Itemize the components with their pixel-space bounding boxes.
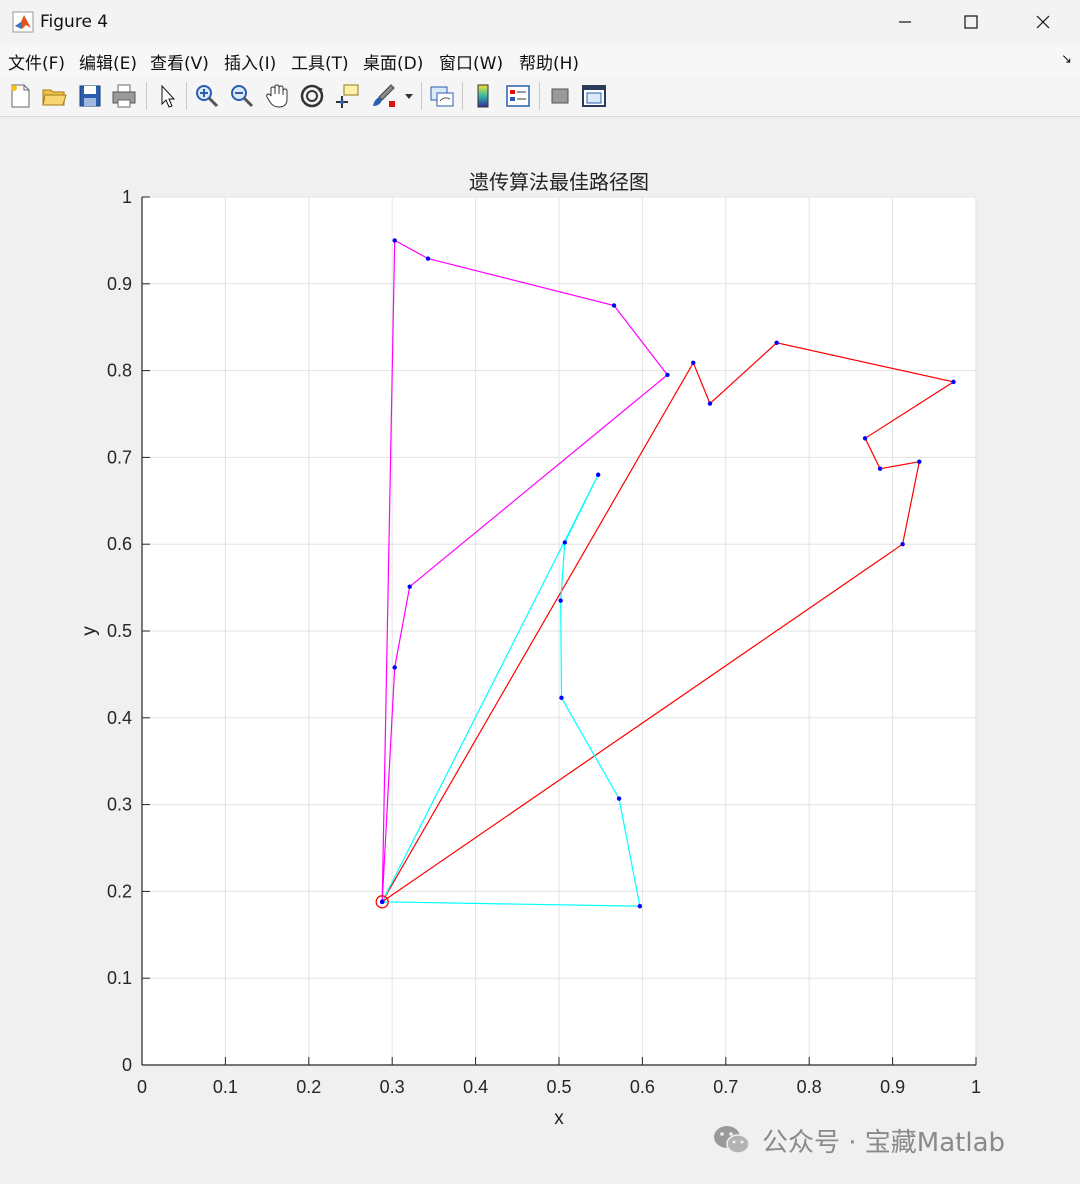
x-tick-label: 0.7 (713, 1077, 738, 1097)
city-point (559, 695, 564, 701)
x-tick-label: 0.8 (797, 1077, 822, 1097)
menu-insert[interactable]: 插入(I) (224, 49, 276, 74)
x-tick-label: 0.9 (880, 1077, 905, 1097)
save-icon[interactable] (76, 82, 104, 110)
colorbar-icon[interactable] (469, 82, 497, 110)
brush-icon[interactable] (369, 82, 397, 110)
x-tick-label: 1 (971, 1077, 981, 1097)
watermark-text: 公众号 · 宝藏Matlab (762, 1127, 1006, 1158)
x-tick-label: 0.5 (546, 1077, 571, 1097)
menu-desktop[interactable]: 桌面(D) (363, 49, 423, 74)
x-tick-label: 0.1 (213, 1077, 238, 1097)
figure-canvas-area: 0 0.1 0.2 0.3 0.4 0.5 0.6 0.7 0.8 0.9 1 0 0.1 0.2 0.3 0… (0, 117, 1080, 1184)
x-tick-label: 0.6 (630, 1077, 655, 1097)
toolbar-separator (146, 82, 147, 110)
menu-edit[interactable]: 编辑(E) (79, 49, 137, 74)
zoom-out-icon[interactable] (228, 82, 256, 110)
print-icon[interactable] (110, 82, 138, 110)
open-file-icon[interactable] (40, 82, 68, 110)
city-point (558, 598, 563, 603)
city-point (900, 542, 905, 547)
city-point (951, 379, 956, 385)
select-arrow-icon[interactable] (153, 82, 181, 110)
city-point (392, 665, 397, 670)
city-point (616, 796, 622, 801)
x-tick-label: 0.3 (380, 1077, 405, 1097)
city-point (637, 903, 643, 909)
city-point (774, 340, 779, 346)
y-tick-label: 0.1 (107, 968, 132, 988)
city-point (611, 303, 617, 308)
route-chart[interactable]: 0 0.1 0.2 0.3 0.4 0.5 0.6 0.7 0.8 0.9 1 0 0.1 0.2 0.3 0… (0, 117, 1080, 1184)
link-plot-icon[interactable] (428, 82, 456, 110)
y-tick-label: 0.8 (107, 361, 132, 381)
y-tick-label: 0 (122, 1055, 132, 1075)
x-axis-label: x (554, 1108, 564, 1129)
show-plot-tools-icon[interactable] (580, 82, 608, 110)
y-tick-label: 0.4 (107, 708, 132, 728)
minimize-button[interactable] (870, 0, 940, 44)
new-figure-icon[interactable] (6, 82, 34, 110)
city-point (595, 472, 601, 477)
pan-hand-icon[interactable] (263, 82, 291, 110)
y-tick-label: 0.6 (107, 534, 132, 554)
city-point (562, 540, 568, 545)
minimize-icon (899, 21, 911, 23)
wechat-icon (714, 1126, 750, 1154)
y-tick-label: 0.3 (107, 795, 132, 815)
y-tick-label: 1 (122, 187, 132, 207)
watermark: 公众号 · 宝藏Matlab (712, 1122, 1005, 1158)
figure-toolbar (0, 76, 1080, 117)
data-cursor-icon[interactable] (333, 82, 361, 110)
window-titlebar: Figure 4 (0, 0, 1080, 44)
toolbar-separator (421, 82, 422, 110)
city-point (862, 436, 868, 441)
window-title: Figure 4 (40, 12, 109, 32)
city-point (425, 256, 431, 261)
city-point (407, 584, 412, 589)
matlab-logo-icon (12, 11, 34, 33)
menu-file[interactable]: 文件(F) (8, 49, 65, 74)
menu-view[interactable]: 查看(V) (150, 49, 209, 74)
menu-tools[interactable]: 工具(T) (291, 49, 349, 74)
city-point (665, 372, 670, 378)
city-point (392, 238, 397, 243)
menu-window[interactable]: 窗口(W) (439, 49, 503, 74)
maximize-icon (964, 15, 978, 29)
maximize-button[interactable] (936, 0, 1006, 44)
legend-icon[interactable] (504, 82, 532, 110)
menu-help[interactable]: 帮助(H) (519, 49, 579, 74)
toolbar-separator (462, 82, 463, 110)
brush-dropdown-icon[interactable] (402, 82, 416, 110)
y-tick-label: 0.7 (107, 447, 132, 467)
city-point (877, 466, 883, 471)
hide-plot-tools-icon[interactable] (546, 82, 574, 110)
city-point (917, 459, 922, 464)
chart-title: 遗传算法最佳路径图 (469, 170, 649, 194)
y-tick-label: 0.9 (107, 274, 132, 294)
city-point (707, 401, 713, 406)
toolbar-separator (186, 82, 187, 110)
city-point (691, 360, 696, 365)
y-tick-label: 0.2 (107, 881, 132, 901)
zoom-in-icon[interactable] (193, 82, 221, 110)
city-point (379, 899, 385, 905)
menu-bar: 文件(F) 编辑(E) 查看(V) 插入(I) 工具(T) 桌面(D) 窗口(W… (0, 44, 1080, 76)
rotate-3d-icon[interactable] (298, 82, 326, 110)
undock-arrow-icon[interactable]: ↘ (1061, 52, 1072, 67)
x-tick-label: 0 (137, 1077, 147, 1097)
close-icon (1036, 15, 1050, 29)
y-axis-label: y (79, 626, 100, 636)
x-tick-label: 0.2 (296, 1077, 321, 1097)
x-tick-label: 0.4 (463, 1077, 488, 1097)
toolbar-separator (539, 82, 540, 110)
close-button[interactable] (1008, 0, 1078, 44)
y-tick-label: 0.5 (107, 621, 132, 641)
